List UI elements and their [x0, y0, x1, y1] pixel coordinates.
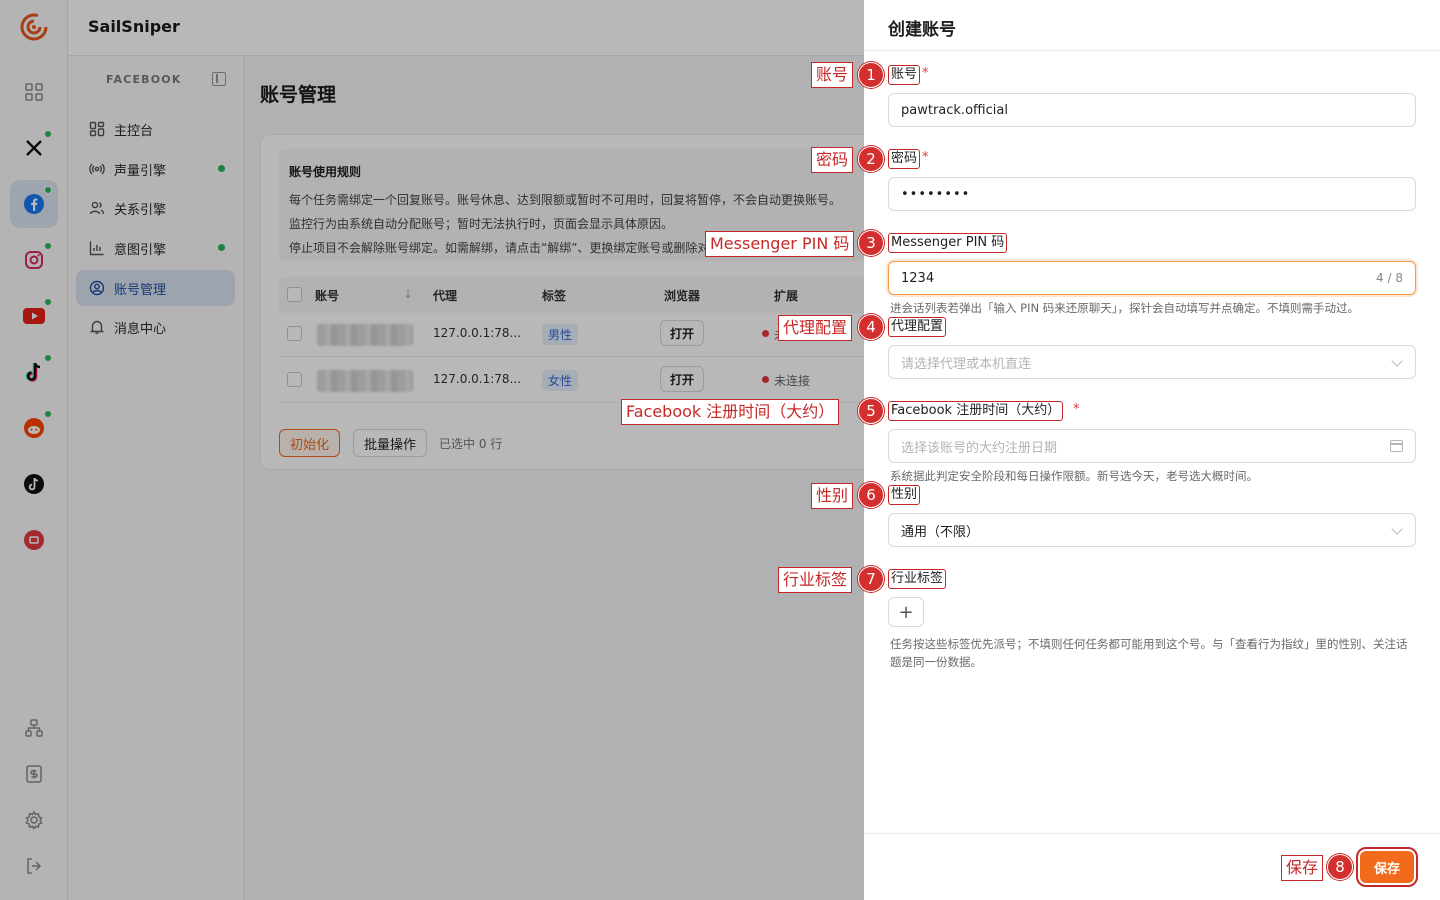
regdate-picker[interactable]: 选择该账号的大约注册日期	[888, 429, 1416, 463]
drawer-title: 创建账号	[888, 20, 956, 40]
required-mark: *	[922, 150, 929, 165]
divider	[864, 50, 1440, 51]
annotation-label: 账号	[811, 62, 854, 88]
annotation-number: 3	[858, 230, 884, 256]
password-input[interactable]: ••••••••	[888, 177, 1416, 211]
pin-input[interactable]: 1234 4 / 8	[888, 261, 1416, 295]
account-value: pawtrack.official	[901, 102, 1008, 118]
gender-label: 性别	[888, 485, 921, 505]
annotation-number: 4	[858, 314, 884, 340]
annotation-number: 5	[858, 398, 884, 424]
regdate-placeholder: 选择该账号的大约注册日期	[901, 440, 1058, 456]
annotation-label: 性别	[811, 483, 854, 509]
annotation-label: 代理配置	[778, 315, 853, 341]
pin-hint: 进会话列表若弹出「输入 PIN 码来还原聊天」，探针会自动填写并点确定。不填则需…	[890, 301, 1359, 315]
regdate-label: Facebook 注册时间（大约）	[888, 401, 1064, 421]
required-mark: *	[922, 66, 929, 81]
add-tag-button[interactable]: +	[888, 597, 924, 627]
tags-label: 行业标签	[888, 569, 947, 589]
annotation-number: 8	[1327, 854, 1353, 880]
account-label: 账号	[888, 65, 921, 85]
divider	[864, 833, 1440, 834]
annotation-number: 6	[858, 482, 884, 508]
tags-hint: 任务按这些标签优先派号；不填则任何任务都可能用到这个号。与「查看行为指纹」里的性…	[890, 637, 1408, 669]
proxy-label: 代理配置	[888, 317, 947, 337]
calendar-icon	[1390, 440, 1403, 452]
chevron-down-icon	[1391, 355, 1403, 367]
annotation-label: 保存	[1281, 855, 1324, 881]
pin-label: Messenger PIN 码	[888, 233, 1008, 253]
proxy-placeholder: 请选择代理或本机直连	[901, 356, 1032, 372]
save-button[interactable]: 保存	[1356, 847, 1418, 887]
password-label: 密码	[888, 149, 921, 169]
annotation-label: 密码	[811, 147, 854, 173]
annotation-label: Facebook 注册时间（大约）	[621, 399, 840, 425]
annotation-number: 2	[858, 146, 884, 172]
proxy-select[interactable]: 请选择代理或本机直连	[888, 345, 1416, 379]
pin-value: 1234	[901, 270, 935, 286]
annotation-label: 行业标签	[778, 567, 853, 593]
annotation-number: 7	[858, 566, 884, 592]
annotation-number: 1	[858, 62, 884, 88]
regdate-hint: 系统据此判定安全阶段和每日操作限额。新号选今天，老号选大概时间。	[890, 469, 1258, 483]
password-value: ••••••••	[901, 186, 971, 202]
gender-select[interactable]: 通用（不限）	[888, 513, 1416, 547]
gender-value: 通用（不限）	[901, 524, 980, 540]
chevron-down-icon	[1391, 523, 1403, 535]
pin-char-count: 4 / 8	[1376, 271, 1403, 285]
required-mark: *	[1073, 402, 1080, 417]
account-input[interactable]: pawtrack.official	[888, 93, 1416, 127]
annotation-label: Messenger PIN 码	[705, 231, 855, 257]
create-account-drawer: 创建账号 账号 * pawtrack.official 密码 * •••••••…	[864, 0, 1440, 900]
